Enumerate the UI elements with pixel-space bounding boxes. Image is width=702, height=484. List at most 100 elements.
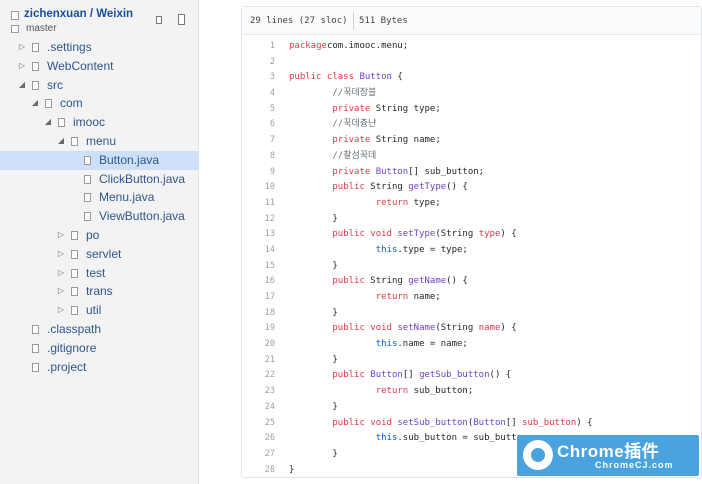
tree-item[interactable]: ◢ com	[0, 94, 199, 113]
expanded-arrow-icon[interactable]: ◢	[43, 113, 53, 132]
folder-icon	[71, 136, 78, 146]
tree-item[interactable]: Menu.java	[0, 188, 199, 207]
line-number[interactable]: 1	[242, 39, 275, 55]
code-token: String	[364, 276, 409, 287]
tree-item[interactable]: .project	[0, 358, 199, 377]
code-token: private	[332, 166, 371, 177]
tree-item[interactable]: ViewButton.java	[0, 207, 199, 226]
settings-button[interactable]	[178, 14, 185, 25]
tree-item[interactable]: ClickButton.java	[0, 170, 199, 189]
line-number[interactable]: 8	[242, 149, 275, 165]
line-number[interactable]: 7	[242, 133, 275, 149]
tree-item[interactable]: ◢ menu	[0, 132, 199, 151]
code-line: 3 public class Button {	[242, 70, 701, 86]
code-line: 13 public void setType(String type) {	[242, 227, 701, 243]
line-number[interactable]: 4	[242, 86, 275, 102]
tree-item[interactable]: .classpath	[0, 320, 199, 339]
line-number[interactable]: 18	[242, 306, 275, 322]
code-text: }	[289, 447, 337, 463]
line-number[interactable]: 19	[242, 321, 275, 337]
line-number[interactable]: 21	[242, 353, 275, 369]
line-number[interactable]: 6	[242, 117, 275, 133]
code-token: () {	[489, 370, 512, 381]
line-number[interactable]: 26	[242, 431, 275, 447]
code-text: return name;	[289, 290, 441, 306]
code-line: 10 public String getType() {	[242, 180, 701, 196]
code-token: setSub_button	[397, 417, 468, 428]
code-token: type	[478, 229, 501, 240]
expanded-arrow-icon[interactable]: ◢	[56, 132, 66, 151]
collapsed-arrow-icon[interactable]: ▷	[56, 282, 66, 301]
collapsed-arrow-icon[interactable]: ▷	[56, 264, 66, 283]
line-number[interactable]: 17	[242, 290, 275, 306]
line-number[interactable]: 9	[242, 165, 275, 181]
expanded-arrow-icon[interactable]: ◢	[30, 94, 40, 113]
watermark-subtitle: ChromeCJ.com	[595, 460, 674, 470]
folder-icon	[71, 287, 78, 297]
code-token: public void	[332, 417, 392, 428]
expanded-arrow-icon[interactable]: ◢	[17, 76, 27, 95]
collapsed-arrow-icon[interactable]: ▷	[17, 38, 27, 57]
code-token: ) {	[500, 323, 517, 334]
folder-icon	[58, 118, 65, 128]
code-token: [] sub_button;	[408, 166, 485, 177]
tree-item[interactable]: ▷ WebContent	[0, 57, 199, 76]
tree-item[interactable]: ▷ trans	[0, 282, 199, 301]
line-number[interactable]: 14	[242, 243, 275, 259]
file-icon	[32, 343, 39, 353]
line-number[interactable]: 23	[242, 384, 275, 400]
divider	[353, 12, 354, 30]
line-number[interactable]: 27	[242, 447, 275, 463]
tree-item-label: .project	[47, 359, 87, 374]
code-token: public	[332, 276, 365, 287]
tree-item-label: src	[47, 77, 63, 92]
repo-header: zichenxuan / Weixin master	[0, 0, 199, 38]
line-number[interactable]: 10	[242, 180, 275, 196]
tree-item[interactable]: ◢ src	[0, 76, 199, 95]
code-token: }	[289, 307, 338, 318]
tree-item[interactable]: ▷ util	[0, 301, 199, 320]
repo-title-link[interactable]: zichenxuan / Weixin	[24, 8, 133, 20]
tree-item[interactable]: ▷ servlet	[0, 245, 199, 264]
code-text: public void setName(String name) {	[289, 321, 517, 337]
line-number[interactable]: 28	[242, 463, 275, 479]
line-number[interactable]: 12	[242, 212, 275, 228]
code-token: }	[289, 464, 295, 475]
tree-item[interactable]: ◢ imooc	[0, 113, 199, 132]
tree-item[interactable]: Button.java	[0, 150, 199, 170]
watermark-banner: Chrome插件 ChromeCJ.com	[517, 435, 699, 476]
file-size: 511 Bytes	[359, 16, 408, 26]
snail-logo-icon	[523, 440, 553, 470]
line-number[interactable]: 24	[242, 400, 275, 416]
tree-item-label: trans	[86, 284, 113, 299]
tree-item[interactable]: ▷ .settings	[0, 38, 199, 57]
tree-item[interactable]: .gitignore	[0, 339, 199, 358]
line-number[interactable]: 13	[242, 227, 275, 243]
line-number[interactable]: 11	[242, 196, 275, 212]
line-number[interactable]: 2	[242, 55, 275, 71]
line-number[interactable]: 15	[242, 259, 275, 275]
code-line: 21 }	[242, 353, 701, 369]
code-text: //찰섬꾹데	[289, 149, 376, 165]
tree-item[interactable]: ▷ po	[0, 226, 199, 245]
collapsed-arrow-icon[interactable]: ▷	[56, 245, 66, 264]
line-number[interactable]: 25	[242, 416, 275, 432]
line-number[interactable]: 20	[242, 337, 275, 353]
code-token: com.imooc.menu;	[326, 41, 409, 51]
line-number[interactable]: 3	[242, 70, 275, 86]
tree-item[interactable]: ▷ test	[0, 264, 199, 283]
code-text: private String type;	[289, 102, 440, 118]
code-token: name	[478, 323, 501, 334]
collapsed-arrow-icon[interactable]: ▷	[17, 57, 27, 76]
collapse-sidebar-button[interactable]	[156, 16, 162, 24]
line-number[interactable]: 22	[242, 368, 275, 384]
collapsed-arrow-icon[interactable]: ▷	[56, 301, 66, 320]
line-number[interactable]: 16	[242, 274, 275, 290]
branch-name[interactable]: master	[26, 23, 57, 34]
collapsed-arrow-icon[interactable]: ▷	[56, 226, 66, 245]
line-number[interactable]: 5	[242, 102, 275, 118]
